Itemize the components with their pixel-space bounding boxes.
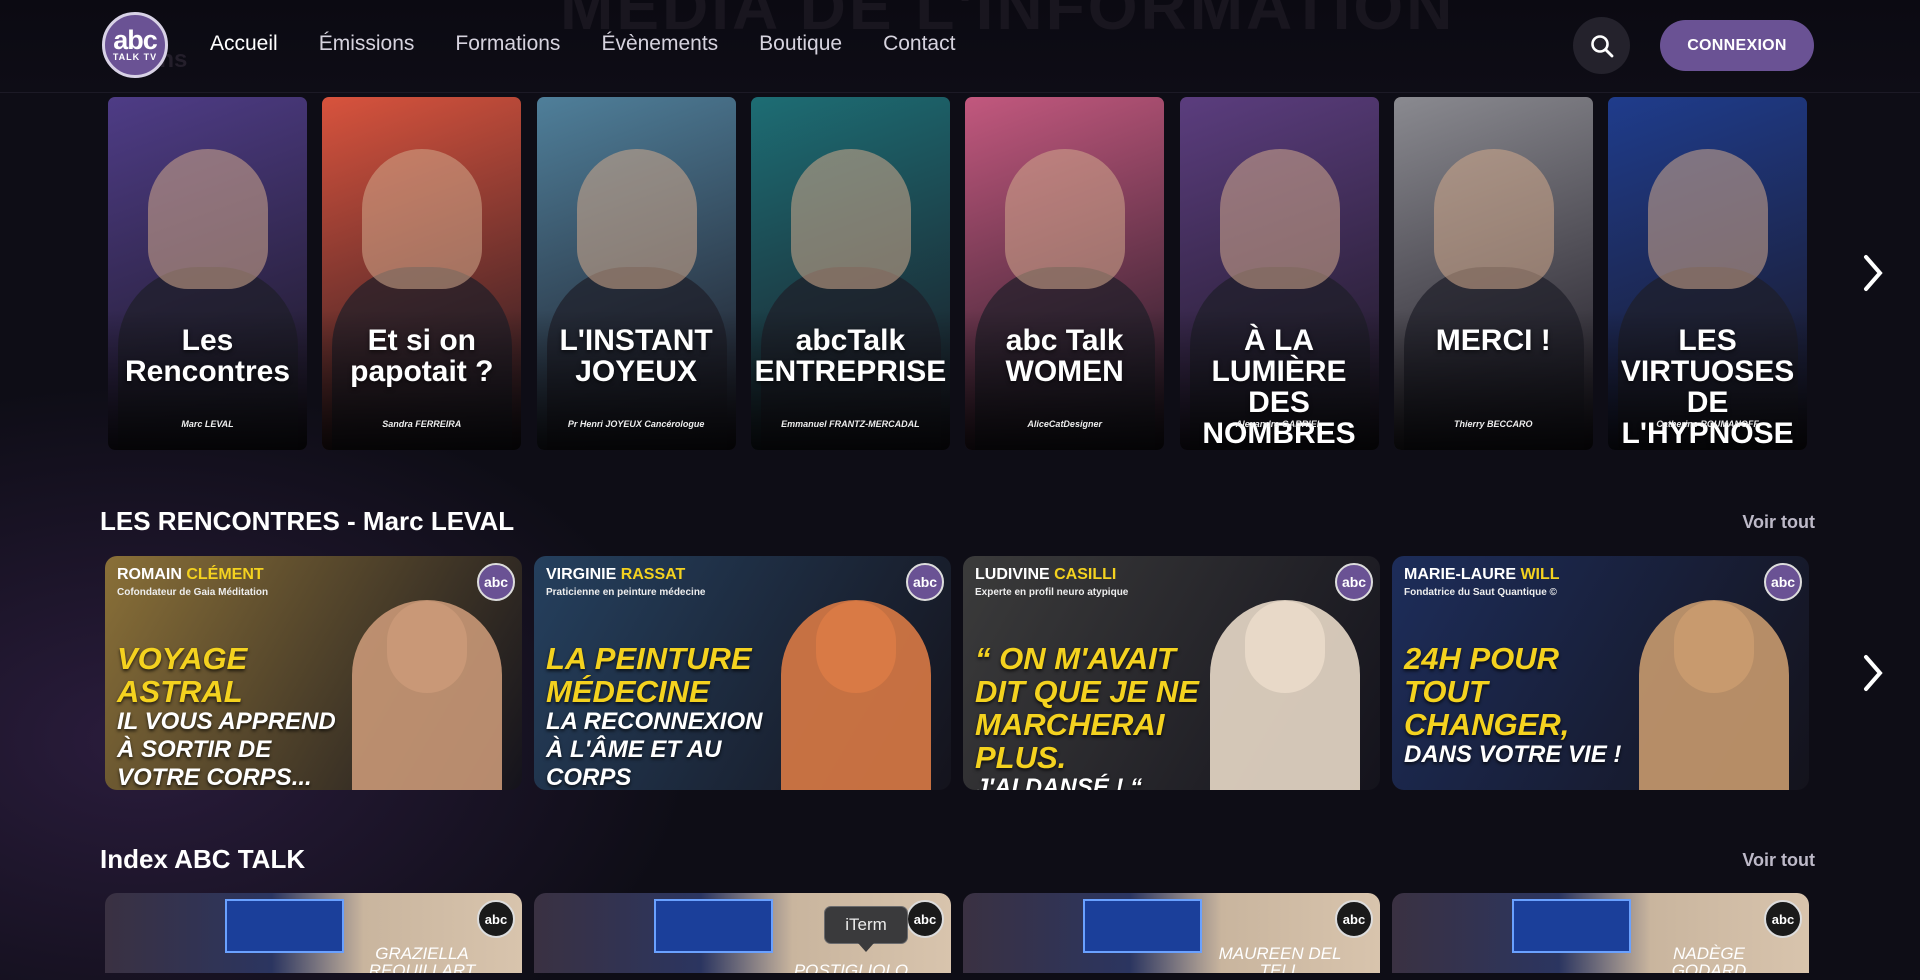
abc-badge: abc xyxy=(1335,563,1373,601)
abc-badge: abc xyxy=(477,900,515,938)
host-name: Alexandra GABRIEL xyxy=(1235,419,1323,429)
dock-tooltip: iTerm xyxy=(824,906,908,952)
host-name: Catherine ROUMANOFF xyxy=(1656,419,1759,429)
index-thumbnail[interactable]: abc NADÈGE GODARD xyxy=(1392,893,1809,973)
host-photo-head xyxy=(1648,149,1769,289)
abc-badge: abc xyxy=(1335,900,1373,938)
host-name: AliceCatDesigner xyxy=(1027,419,1102,429)
guest-photo-head xyxy=(1674,601,1754,693)
host-photo-head xyxy=(1433,149,1554,289)
index-thumbnail[interactable]: abc GRAZIELLA REQUILLART xyxy=(105,893,522,973)
abc-badge: abc xyxy=(906,900,944,938)
studio-screen xyxy=(1083,899,1202,953)
guest-name: POSTIGLIOLO xyxy=(793,961,909,973)
host-photo-head xyxy=(1005,149,1126,289)
studio-screen xyxy=(1512,899,1631,953)
episode-thumbnail[interactable]: MARIE-LAURE WILL Fondatrice du Saut Quant… xyxy=(1392,556,1809,790)
chevron-right-icon xyxy=(1864,255,1883,291)
guest-name: VIRGINIE RASSAT xyxy=(546,566,686,583)
host-name: Thierry BECCARO xyxy=(1454,419,1533,429)
shows-next-button[interactable] xyxy=(1853,243,1893,303)
see-all-index[interactable]: Voir tout xyxy=(1742,850,1815,871)
show-card[interactable]: MERCI ! Thierry BECCARO xyxy=(1393,97,1593,450)
host-name: Sandra FERREIRA xyxy=(382,419,462,429)
show-title: Et si on papotait ? xyxy=(350,324,494,388)
host-photo-head xyxy=(790,149,911,289)
show-card[interactable]: À LA LUMIÈRE DES NOMBRES Alexandra GABRIE… xyxy=(1179,97,1379,450)
section-title-rencontres: LES RENCONTRES - Marc LEVAL xyxy=(100,506,515,536)
guest-role: Fondatrice du Saut Quantique © xyxy=(1404,587,1557,598)
show-title: LES VIRTUOSES DE L'HYPNOSE xyxy=(1620,324,1795,450)
show-card[interactable]: abcTalk ENTREPRISE Emmanuel FRANTZ-MERCAD… xyxy=(750,97,950,450)
see-all-rencontres[interactable]: Voir tout xyxy=(1742,512,1815,533)
studio-screen xyxy=(654,899,773,953)
guest-name: LUDIVINE CASILLI xyxy=(975,566,1117,583)
nav-boutique[interactable]: Boutique xyxy=(759,32,842,56)
host-photo-head xyxy=(1219,149,1340,289)
nav-formations[interactable]: Formations xyxy=(455,32,560,56)
abc-badge: abc xyxy=(906,563,944,601)
guest-name: MARIE-LAURE WILL xyxy=(1404,566,1560,583)
guest-role: Experte en profil neuro atypique xyxy=(975,587,1129,598)
episode-headline: 24H POUR TOUT CHANGER, dans votre Vie ! xyxy=(1404,641,1622,768)
host-name: Pr Henri JOYEUX Cancérologue xyxy=(567,419,705,429)
nav-emissions[interactable]: Émissions xyxy=(319,32,415,56)
abc-badge: abc xyxy=(477,563,515,601)
nav-accueil[interactable]: Accueil xyxy=(210,32,278,56)
episode-headline: VOYAGE ASTRAL IL VOUS APPREND À SORTIR DE… xyxy=(117,641,336,790)
guest-name: MAUREEN DEL TELL xyxy=(1218,944,1342,973)
host-photo-head xyxy=(148,149,268,289)
index-thumbnail[interactable]: abc MAUREEN DEL TELL xyxy=(963,893,1380,973)
show-card[interactable]: Les Rencontres Marc LEVAL xyxy=(108,97,307,450)
guest-name: ROMAIN CLÉMENT xyxy=(117,566,264,583)
nav-contact[interactable]: Contact xyxy=(883,32,955,56)
episode-headline: LA PEINTURE MÉDECINE LA RECONNEXION À L'Â… xyxy=(546,641,763,790)
show-title: abc Talk WOMEN xyxy=(1005,324,1124,388)
search-icon xyxy=(1590,34,1613,57)
show-card[interactable]: LES VIRTUOSES DE L'HYPNOSE Catherine ROUM… xyxy=(1608,97,1808,450)
guest-photo-head xyxy=(1245,601,1325,693)
episode-thumbnail[interactable]: VIRGINIE RASSAT Praticienne en peinture m… xyxy=(534,556,951,790)
host-photo-head xyxy=(362,149,483,289)
guest-role: Cofondateur de Gaia Méditation xyxy=(117,587,269,598)
search-button[interactable] xyxy=(1573,17,1630,74)
show-title: Les Rencontres xyxy=(124,324,291,388)
guest-role: Praticienne en peinture médecine xyxy=(546,587,706,598)
guest-photo-head xyxy=(387,601,467,693)
episode-headline: “ ON M'AVAIT DIT QUE JE NE MARCHERAI PLU… xyxy=(975,641,1199,790)
show-card[interactable]: L'INSTANT JOYEUX Pr Henri JOYEUX Cancérol… xyxy=(536,97,736,450)
episode-thumbnail[interactable]: ROMAIN CLÉMENT Cofondateur de Gaia Médita… xyxy=(105,556,522,790)
section-title-index: Index ABC TALK xyxy=(100,844,306,874)
abc-talk-logo[interactable]: abc TALK TV xyxy=(102,12,168,78)
logo-sub-text: TALK TV xyxy=(112,52,158,62)
abc-badge: abc xyxy=(1764,563,1802,601)
show-title: MERCI ! xyxy=(1435,324,1551,357)
logo-main-text: abc xyxy=(113,25,158,55)
host-name: Emmanuel FRANTZ-MERCADAL xyxy=(781,419,920,429)
chevron-right-icon xyxy=(1864,655,1883,691)
site-header: MEDIA DE L'INFORMATION ions abc TALK TV … xyxy=(0,0,1920,93)
guest-name: GRAZIELLA REQUILLART xyxy=(368,944,476,973)
episode-thumbnail[interactable]: LUDIVINE CASILLI Experte en profil neuro … xyxy=(963,556,1380,790)
host-photo-head xyxy=(576,149,697,289)
show-title: abcTalk ENTREPRISE xyxy=(754,324,947,388)
show-title: À LA LUMIÈRE DES NOMBRES xyxy=(1202,324,1356,450)
guest-name: NADÈGE GODARD xyxy=(1671,944,1747,973)
studio-screen xyxy=(225,899,344,953)
host-name: Marc LEVAL xyxy=(181,419,234,429)
login-button[interactable]: CONNEXION xyxy=(1660,20,1814,71)
main-nav: Accueil Émissions Formations Évènements … xyxy=(210,32,996,56)
abc-badge: abc xyxy=(1764,900,1802,938)
show-card[interactable]: abc Talk WOMEN AliceCatDesigner xyxy=(965,97,1165,450)
rencontres-next-button[interactable] xyxy=(1853,643,1893,703)
show-card[interactable]: Et si on papotait ? Sandra FERREIRA xyxy=(322,97,522,450)
show-title: L'INSTANT JOYEUX xyxy=(559,324,713,388)
nav-evenements[interactable]: Évènements xyxy=(601,32,718,56)
guest-photo-head xyxy=(816,601,896,693)
